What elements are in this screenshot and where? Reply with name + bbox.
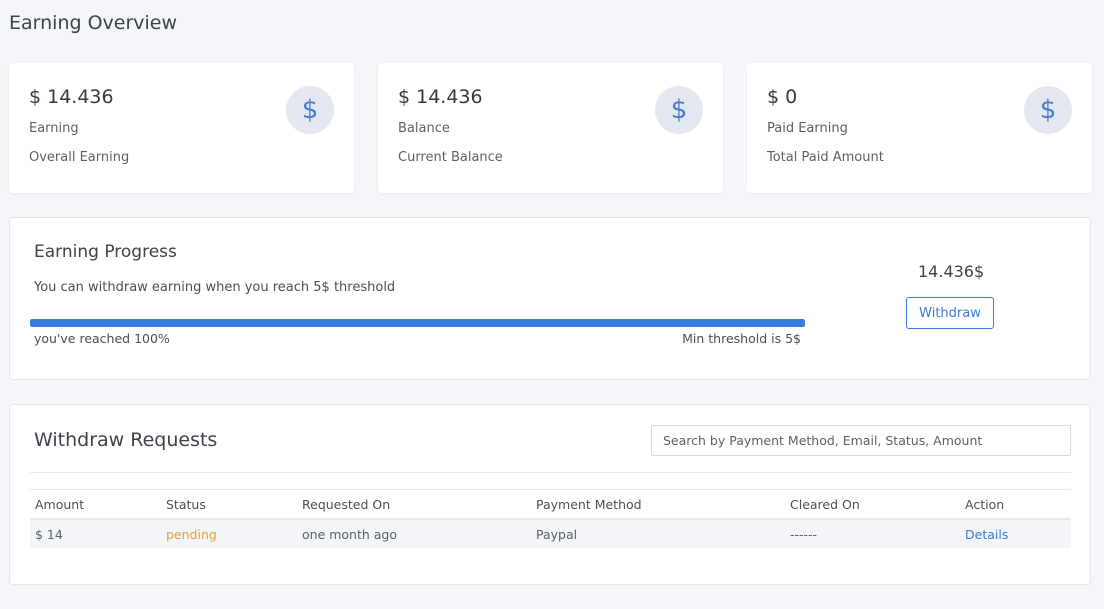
dollar-icon: $ [655,86,703,134]
progress-reached-text: you've reached 100% [34,331,170,346]
dollar-icon: $ [286,86,334,134]
balance-label: Balance [398,121,450,136]
withdraw-requests-title: Withdraw Requests [34,429,218,451]
progress-title: Earning Progress [34,242,177,262]
search-input[interactable] [651,425,1071,456]
table-row: $ 14 pending one month ago Paypal ------… [30,519,1071,548]
divider [30,472,1071,473]
balance-amount: $ 14.436 [398,86,483,108]
progress-bar [30,319,805,327]
dollar-icon: $ [1024,86,1072,134]
row-cleared-on: ------ [785,519,960,548]
paid-earning-amount: $ 0 [767,86,798,108]
progress-amount: 14.436$ [918,262,985,281]
progress-bar-fill [30,319,805,327]
earning-label: Earning [29,121,79,136]
progress-description: You can withdraw earning when you reach … [34,280,396,295]
paid-earning-label: Paid Earning [767,121,848,136]
page-title: Earning Overview [9,12,178,34]
earning-amount: $ 14.436 [29,86,114,108]
progress-min-threshold-text: Min threshold is 5$ [682,331,801,346]
paid-earning-sublabel: Total Paid Amount [767,150,884,165]
earning-card: $ 14.436 Earning Overall Earning $ [9,63,354,193]
withdraw-requests-table: Amount Status Requested On Payment Metho… [30,489,1071,548]
earning-progress-panel: Earning Progress You can withdraw earnin… [9,217,1091,380]
column-header-requested-on: Requested On [302,496,391,512]
column-header-amount: Amount [35,496,85,512]
row-status: pending [161,519,297,548]
column-header-status: Status [166,496,206,512]
row-payment-method: Paypal [531,519,785,548]
balance-sublabel: Current Balance [398,150,503,165]
earning-sublabel: Overall Earning [29,150,130,165]
row-amount: $ 14 [30,519,161,548]
column-header-payment-method: Payment Method [536,496,642,512]
withdraw-button[interactable]: Withdraw [906,297,994,329]
details-link[interactable]: Details [965,527,1008,542]
row-requested-on: one month ago [297,519,531,548]
column-header-cleared-on: Cleared On [790,496,860,512]
paid-earning-card: $ 0 Paid Earning Total Paid Amount $ [747,63,1092,193]
row-action: Details [960,519,1071,548]
column-header-action: Action [965,496,1005,512]
withdraw-requests-panel: Withdraw Requests Amount Status Requeste… [9,404,1091,585]
table-header-row: Amount Status Requested On Payment Metho… [30,489,1071,519]
balance-card: $ 14.436 Balance Current Balance $ [378,63,723,193]
